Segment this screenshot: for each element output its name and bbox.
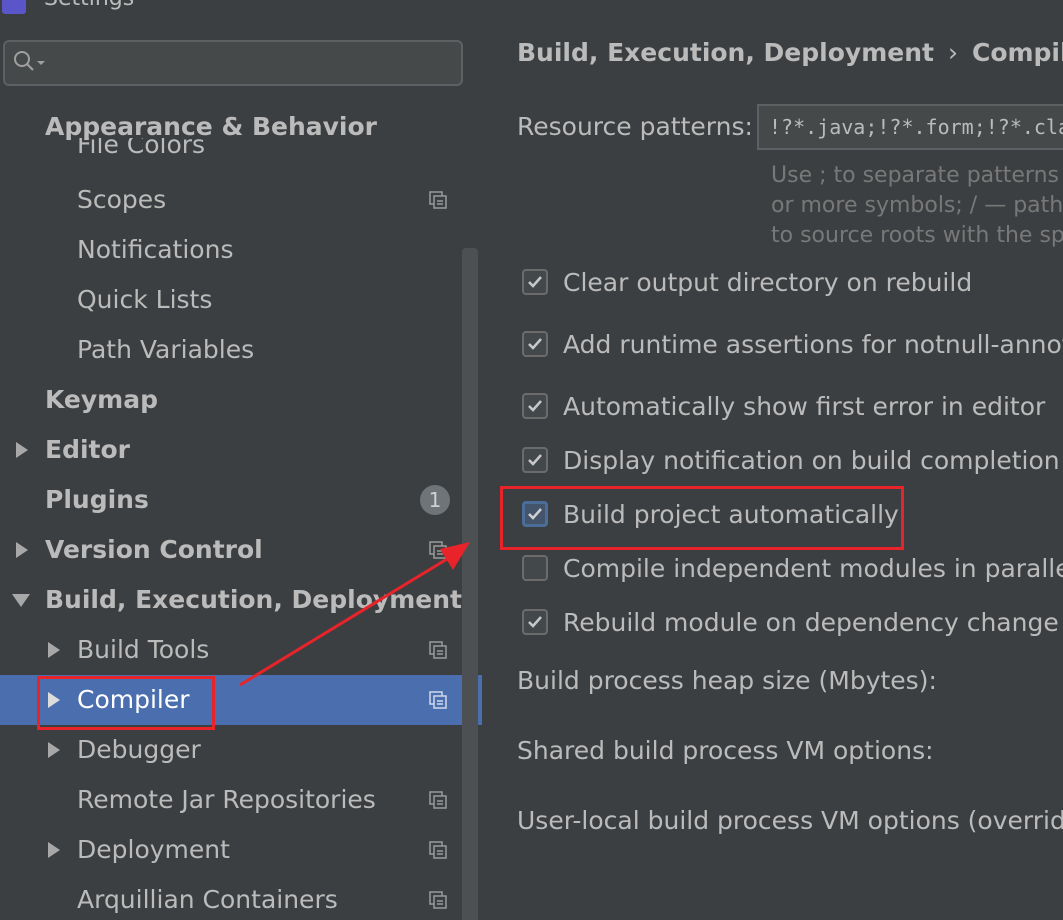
- user-local-vm-options-label: User-local build process VM options (ove…: [517, 806, 1063, 835]
- settings-sidebar: Appearance & Behavior File Colors Appear…: [0, 20, 482, 920]
- checkbox-label: Rebuild module on dependency change: [563, 608, 1059, 637]
- expand-arrow-icon[interactable]: [46, 625, 66, 675]
- update-count-badge: 1: [420, 485, 450, 515]
- checkbox-label: Add runtime assertions for notnull-annot…: [563, 330, 1063, 359]
- shared-vm-options-label: Shared build process VM options:: [517, 736, 934, 765]
- app-logo-icon: [2, 0, 26, 14]
- sidebar-item-label: Deployment: [77, 835, 230, 864]
- window-title: Settings: [44, 0, 134, 11]
- breadcrumb-separator: ›: [947, 38, 958, 67]
- sidebar-item-version-control[interactable]: Version Control: [0, 525, 482, 575]
- heap-size-label: Build process heap size (Mbytes):: [517, 666, 937, 695]
- sidebar-item-label: Remote Jar Repositories: [77, 785, 376, 814]
- project-settings-icon: [429, 191, 447, 209]
- checkbox[interactable]: [522, 609, 548, 635]
- sidebar-item-arquillian-containers[interactable]: Arquillian Containers: [0, 875, 482, 920]
- title-bar: Settings: [0, 0, 1063, 20]
- breadcrumb-current: Compiler: [971, 38, 1063, 67]
- option-clear-output[interactable]: Clear output directory on rebuild: [522, 263, 1063, 303]
- project-settings-icon: [429, 891, 447, 909]
- sidebar-item-plugins[interactable]: Plugins 1: [0, 475, 482, 525]
- expand-arrow-icon[interactable]: [14, 525, 34, 575]
- sidebar-scrollbar[interactable]: [462, 248, 478, 920]
- breadcrumb-parent[interactable]: Build, Execution, Deployment: [517, 38, 934, 67]
- sidebar-item-deployment[interactable]: Deployment: [0, 825, 482, 875]
- checkbox-label: Clear output directory on rebuild: [563, 268, 973, 297]
- checkbox[interactable]: [522, 393, 548, 419]
- sidebar-item-label: Build, Execution, Deployment: [45, 585, 462, 614]
- option-rebuild-on-dependency[interactable]: Rebuild module on dependency change: [522, 603, 1063, 643]
- annotation-box-build-automatically: [500, 486, 904, 550]
- compiler-settings-panel: Build, Execution, Deployment › Compiler Re…: [482, 20, 1063, 920]
- project-settings-icon: [429, 841, 447, 859]
- sidebar-item-path-variables[interactable]: Path Variables: [0, 325, 482, 375]
- project-settings-icon: [429, 691, 447, 709]
- checkmark-icon: [528, 454, 542, 466]
- option-runtime-assertions[interactable]: Add runtime assertions for notnull-annot…: [522, 325, 1063, 365]
- checkbox[interactable]: [522, 269, 548, 295]
- expand-arrow-icon[interactable]: [14, 425, 34, 475]
- search-input[interactable]: [3, 40, 463, 86]
- sidebar-item-quick-lists[interactable]: Quick Lists: [0, 275, 482, 325]
- sidebar-item-label: Build Tools: [77, 635, 210, 664]
- expand-arrow-icon[interactable]: [46, 725, 66, 775]
- sidebar-item-label: Version Control: [45, 535, 263, 564]
- checkbox[interactable]: [522, 331, 548, 357]
- sidebar-item-keymap[interactable]: Keymap: [0, 375, 482, 425]
- resource-patterns-input[interactable]: !?*.java;!?*.form;!?*.class: [757, 104, 1063, 150]
- sidebar-item-notifications[interactable]: Notifications: [0, 225, 482, 275]
- checkbox-label: Automatically show first error in editor: [563, 392, 1046, 421]
- resource-hint-line-1: Use ; to separate patterns ar: [771, 163, 1063, 188]
- project-settings-icon: [429, 641, 447, 659]
- sidebar-item-debugger[interactable]: Debugger: [0, 725, 482, 775]
- checkmark-icon: [528, 276, 542, 288]
- sidebar-item-build-execution-deployment[interactable]: Build, Execution, Deployment: [0, 575, 482, 625]
- option-show-first-error[interactable]: Automatically show first error in editor: [522, 387, 1063, 427]
- sidebar-item-label: Arquillian Containers: [77, 885, 338, 914]
- project-settings-icon: [429, 791, 447, 809]
- sidebar-item-editor[interactable]: Editor: [0, 425, 482, 475]
- sidebar-item-label: Quick Lists: [77, 285, 213, 314]
- sidebar-item-label: Plugins: [45, 485, 149, 514]
- expand-arrow-icon[interactable]: [46, 825, 66, 875]
- sidebar-item-label: Notifications: [77, 235, 234, 264]
- project-settings-icon: [429, 541, 447, 559]
- option-build-notification[interactable]: Display notification on build completion: [522, 441, 1063, 481]
- checkbox-label: Display notification on build completion: [563, 446, 1060, 475]
- annotation-box-compiler: [37, 676, 215, 730]
- sidebar-item-label: Editor: [45, 435, 130, 464]
- search-icon: [14, 51, 45, 71]
- sidebar-item-scopes[interactable]: Scopes: [0, 175, 482, 225]
- sticky-header: Appearance & Behavior: [0, 102, 460, 141]
- resource-hint-line-2: or more symbols; / — path: [771, 193, 1063, 218]
- resource-hint-line-3: to source roots with the spe: [771, 223, 1063, 248]
- checkbox[interactable]: [522, 447, 548, 473]
- sidebar-item-label: Keymap: [45, 385, 159, 414]
- sticky-header-label: Appearance & Behavior: [45, 112, 377, 141]
- checkmark-icon: [528, 400, 542, 412]
- collapse-arrow-icon[interactable]: [12, 575, 32, 625]
- checkbox[interactable]: [522, 555, 548, 581]
- option-compile-parallel[interactable]: Compile independent modules in parallel: [522, 549, 1063, 589]
- sidebar-item-label: Scopes: [77, 185, 167, 214]
- sidebar-item-remote-jar-repositories[interactable]: Remote Jar Repositories: [0, 775, 482, 825]
- breadcrumb: Build, Execution, Deployment › Compiler: [517, 38, 1063, 67]
- sidebar-item-build-tools[interactable]: Build Tools: [0, 625, 482, 675]
- resource-patterns-label: Resource patterns:: [517, 112, 753, 141]
- sidebar-item-label: Path Variables: [77, 335, 255, 364]
- checkmark-icon: [528, 338, 542, 350]
- sidebar-item-label: Debugger: [77, 735, 201, 764]
- checkbox-label: Compile independent modules in parallel: [563, 554, 1063, 583]
- checkmark-icon: [528, 616, 542, 628]
